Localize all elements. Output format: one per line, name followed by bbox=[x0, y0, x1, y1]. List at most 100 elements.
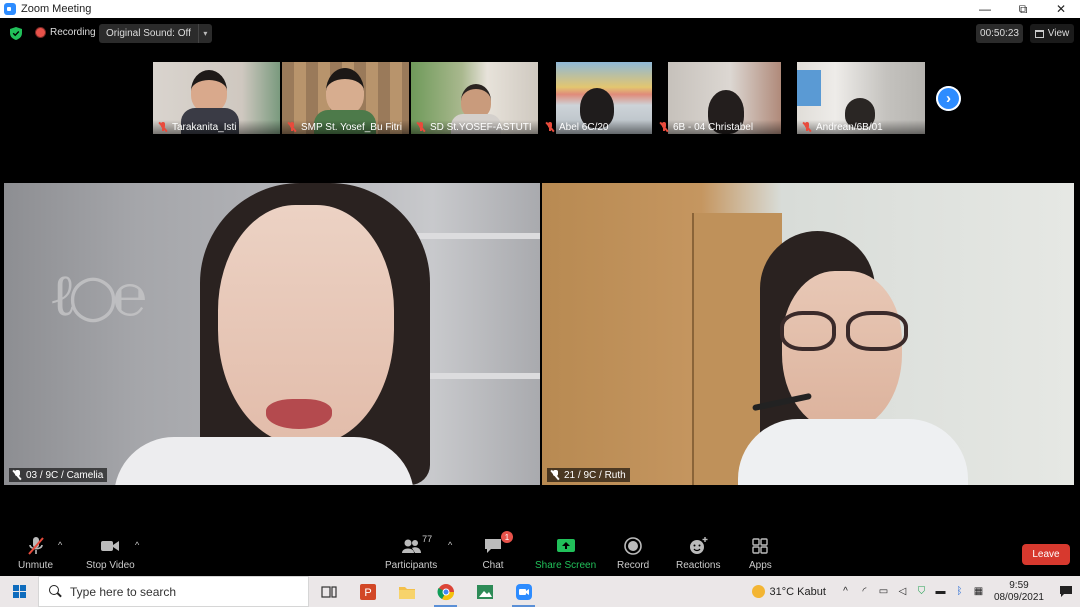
original-sound-label: Original Sound: Off bbox=[106, 28, 191, 39]
reactions-label: Reactions bbox=[676, 560, 721, 571]
window-controls: — ⧉ ✕ bbox=[966, 0, 1080, 18]
stop-video-label: Stop Video bbox=[86, 560, 135, 571]
start-button[interactable] bbox=[0, 576, 38, 607]
shelf bbox=[416, 373, 540, 379]
notification-center-icon[interactable] bbox=[1052, 585, 1080, 598]
glasses-left bbox=[780, 311, 836, 351]
chrome-browser-icon[interactable] bbox=[426, 576, 465, 607]
meeting-timer: 00:50:23 bbox=[976, 24, 1023, 43]
participant-caption: SD St.YOSEF-ASTUTI bbox=[411, 120, 538, 134]
clock-time: 9:59 bbox=[1009, 579, 1029, 591]
security-shield-icon[interactable]: ⛉ bbox=[915, 585, 928, 598]
stop-video-button[interactable]: Stop Video bbox=[86, 535, 135, 571]
input-language-icon[interactable]: ▦ bbox=[972, 585, 985, 598]
mic-muted-icon bbox=[25, 535, 47, 557]
participant-name: 6B - 04 Christabel bbox=[673, 121, 754, 133]
participant-caption: 6B - 04 Christabel bbox=[654, 120, 781, 134]
apps-label: Apps bbox=[749, 560, 772, 571]
file-explorer-icon[interactable] bbox=[387, 576, 426, 607]
powerpoint-app-icon[interactable]: P bbox=[348, 576, 387, 607]
tile-participant-name: 21 / 9C / Ruth bbox=[564, 469, 626, 481]
clock-date: 08/09/2021 bbox=[993, 591, 1044, 603]
tile-participant-name: 03 / 9C / Camelia bbox=[26, 469, 104, 481]
close-button[interactable]: ✕ bbox=[1042, 0, 1080, 18]
view-button[interactable]: View bbox=[1030, 24, 1074, 43]
unmute-button[interactable]: Unmute bbox=[18, 535, 53, 571]
search-icon bbox=[49, 585, 62, 598]
participant-thumbnail[interactable]: SMP St. Yosef_Bu Fitri bbox=[282, 62, 409, 134]
participant-caption: Andrean/6B/01 bbox=[797, 120, 925, 134]
chat-button[interactable]: 1 Chat bbox=[482, 531, 513, 571]
mic-muted-icon bbox=[550, 469, 561, 481]
video-tile[interactable]: 21 / 9C / Ruth bbox=[542, 183, 1074, 485]
view-label: View bbox=[1047, 28, 1070, 39]
participants-button[interactable]: 77 Participants bbox=[385, 534, 438, 571]
participant-name: SMP St. Yosef_Bu Fitri bbox=[301, 121, 402, 133]
poster bbox=[797, 70, 821, 106]
chevron-up-icon[interactable]: ^ bbox=[58, 540, 62, 550]
participant-video bbox=[326, 68, 364, 114]
participant-caption: Tarakanita_Isti bbox=[153, 120, 280, 134]
unmute-label: Unmute bbox=[18, 560, 54, 571]
tile-caption: 21 / 9C / Ruth bbox=[547, 468, 630, 482]
mic-muted-icon bbox=[287, 121, 297, 133]
mic-muted-icon bbox=[659, 121, 669, 133]
wall-decor-image: ℓ○℮ bbox=[52, 261, 147, 329]
apps-button[interactable]: Apps bbox=[749, 535, 772, 571]
participant-name: Tarakanita_Isti bbox=[172, 121, 237, 133]
security-shield-icon[interactable] bbox=[10, 27, 22, 40]
participant-thumbnail[interactable]: SD St.YOSEF-ASTUTI bbox=[411, 62, 538, 134]
participant-name: Abel 6C/20 bbox=[559, 121, 609, 133]
network-icon[interactable]: ◜ bbox=[858, 585, 871, 598]
participant-video bbox=[461, 84, 491, 118]
tray-app-icon[interactable]: ▬ bbox=[934, 585, 947, 598]
taskbar-search-box[interactable]: Type here to search bbox=[38, 576, 309, 607]
tile-caption: 03 / 9C / Camelia bbox=[9, 468, 108, 482]
original-sound-button[interactable]: Original Sound: Off ▾ bbox=[99, 24, 212, 43]
chevron-up-icon[interactable]: ^ bbox=[448, 540, 452, 550]
weather-widget[interactable]: 31°C Kabut bbox=[751, 585, 826, 598]
participant-video bbox=[191, 70, 227, 112]
volume-icon[interactable]: ◁ bbox=[896, 585, 909, 598]
share-screen-button[interactable]: Share Screen bbox=[535, 535, 596, 571]
mic-muted-icon bbox=[158, 121, 168, 133]
shelf bbox=[416, 233, 540, 239]
participants-label: Participants bbox=[385, 560, 438, 571]
record-icon bbox=[622, 535, 644, 557]
reactions-button[interactable]: Reactions bbox=[676, 535, 720, 571]
next-page-button[interactable]: › bbox=[936, 86, 961, 111]
chat-bubble-icon: 1 bbox=[482, 531, 513, 557]
meeting-top-bar: Recording Original Sound: Off ▾ 00:50:23… bbox=[0, 18, 1080, 50]
chevron-right-icon: › bbox=[946, 90, 951, 107]
participant-thumbnail[interactable]: 6B - 04 Christabel bbox=[654, 62, 781, 134]
mic-muted-icon bbox=[416, 121, 426, 133]
minimize-button[interactable]: — bbox=[966, 0, 1004, 18]
chevron-down-icon[interactable]: ▾ bbox=[197, 24, 212, 43]
chevron-up-icon[interactable]: ^ bbox=[135, 540, 139, 550]
recording-indicator[interactable]: Recording bbox=[36, 27, 96, 38]
participant-thumbnail[interactable]: Abel 6C/20 bbox=[540, 62, 652, 134]
reactions-smiley-icon bbox=[687, 535, 709, 557]
battery-icon[interactable]: ▭ bbox=[877, 585, 890, 598]
chevron-up-icon[interactable]: ^ bbox=[839, 585, 852, 598]
weather-sun-icon bbox=[751, 585, 765, 598]
record-button[interactable]: Record bbox=[617, 535, 649, 571]
chat-label: Chat bbox=[482, 560, 504, 571]
system-tray: 31°C Kabut ^ ◜ ▭ ◁ ⛉ ▬ ᛒ ▦ 9:59 08/09/20… bbox=[751, 576, 1080, 607]
participant-thumbnail[interactable]: Andrean/6B/01 bbox=[797, 62, 925, 134]
apps-icon bbox=[749, 535, 771, 557]
video-tile-active-speaker[interactable]: ℓ○℮ 03 / 9C / Camelia bbox=[4, 183, 540, 485]
chat-unread-badge: 1 bbox=[501, 531, 513, 543]
bluetooth-icon[interactable]: ᛒ bbox=[953, 585, 966, 598]
taskbar-clock[interactable]: 9:59 08/09/2021 bbox=[994, 580, 1044, 604]
window-title: Zoom Meeting bbox=[21, 3, 92, 15]
zoom-app-icon[interactable] bbox=[504, 576, 543, 607]
glasses-right bbox=[846, 311, 908, 351]
title-bar: Zoom Meeting — ⧉ ✕ bbox=[0, 0, 1080, 18]
meeting-toolbar: Unmute ^ Stop Video ^ 77 Participants ^ bbox=[0, 530, 1080, 576]
leave-button[interactable]: Leave bbox=[1022, 544, 1070, 565]
participant-thumbnail[interactable]: Tarakanita_Isti bbox=[153, 62, 280, 134]
task-view-icon[interactable] bbox=[309, 576, 348, 607]
restore-button[interactable]: ⧉ bbox=[1004, 0, 1042, 18]
image-viewer-app-icon[interactable] bbox=[465, 576, 504, 607]
